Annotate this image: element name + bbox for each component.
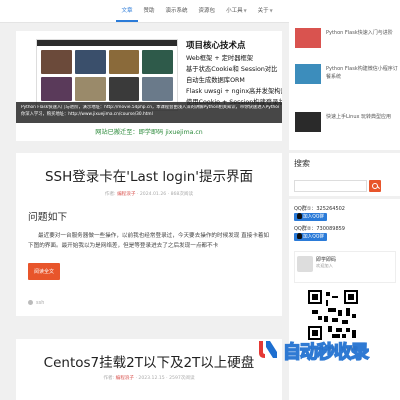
search-widget: 搜索	[289, 153, 400, 196]
post-heading: 问题如下	[28, 212, 68, 223]
search-button[interactable]	[369, 180, 381, 192]
nav-item-demo[interactable]: 演示系统	[160, 0, 193, 22]
qq-icon	[297, 213, 302, 219]
course-list-widget: Python Flask快速入门与进阶 Python Flask构建微信小程序订…	[289, 22, 400, 150]
feature-line: 基于状态Cookie和 Session对比	[186, 66, 278, 73]
project-title: 项目核心技术点	[186, 41, 246, 51]
feature-line: Flask uwsgi + nginx高并发架构部署	[186, 88, 282, 95]
tag-icon	[28, 300, 33, 305]
site-moved-notice[interactable]: 网站已搬迁至：即学即码 jixuejima.cn	[16, 126, 282, 139]
qq-group-1: QQ群①：325264502	[294, 206, 345, 212]
list-item[interactable]: Python Flask构建微信小程序订餐系统	[295, 64, 398, 86]
post-meta: 作者: 编程浪子 · 2024.01.26 · 868次阅读	[104, 192, 194, 197]
read-more-button[interactable]: 阅读全文	[28, 263, 61, 280]
list-item[interactable]: 快速上手Linux 玩转典型应用	[295, 112, 395, 134]
post-meta: 作者: 编程浪子 · 2023.12.15 · 2597次阅读	[103, 376, 195, 381]
watermark-text: 自动秒收录	[282, 341, 370, 364]
post-excerpt: 最近要对一台服务器做一些操作，以前我也经常登录过，今天要去操作的时候发现 直接卡…	[28, 233, 270, 249]
post-title[interactable]: Centos7挂载2T以下及2T以上硬盘	[16, 339, 282, 371]
qq-group-card[interactable]: 即学即码 欢迎加入	[294, 251, 396, 283]
qr-code-icon	[308, 290, 358, 340]
promo-banner[interactable]: 项目核心技术点 Web框架 + 定时器框架 基于状态Cookie和 Sessio…	[16, 31, 282, 141]
top-navbar: 文章 赞助 演示系统 资源包 小工具▼ 关于▼	[0, 0, 400, 23]
nav-item-resources[interactable]: 资源包	[193, 0, 221, 22]
chevron-down-icon: ▼	[243, 8, 247, 13]
post-tag[interactable]: ssh	[28, 300, 44, 306]
post-author[interactable]: 编程浪子	[117, 192, 135, 197]
course-thumbnail	[295, 28, 321, 48]
project-screenshot	[36, 39, 178, 111]
post-card: SSH登录卡在'Last login'提示界面 作者: 编程浪子 · 2024.…	[16, 153, 282, 316]
post-author[interactable]: 编程浪子	[116, 376, 134, 381]
post-date: 2023.12.15	[138, 376, 165, 381]
search-input[interactable]	[294, 180, 367, 192]
list-item[interactable]: Python Flask快速入门与进阶	[295, 28, 395, 50]
logo-icon	[259, 341, 277, 358]
feature-line: 自动生成数据库ORM	[186, 77, 245, 84]
join-qq-button[interactable]: 加入QQ群	[294, 233, 328, 241]
project-feature-list: Web框架 + 定时器框架 基于状态Cookie和 Session对比 自动生成…	[186, 53, 282, 108]
banner-caption: Python Flask快速入门与进阶，演示地址：http://movie.54…	[16, 102, 282, 123]
chevron-down-icon: ▼	[269, 8, 273, 13]
post-title[interactable]: SSH登录卡在'Last login'提示界面	[16, 153, 282, 185]
join-qq-button[interactable]: 加入QQ群	[294, 213, 328, 221]
nav-item-articles[interactable]: 文章	[116, 0, 139, 22]
post-date: 2024.01.26	[139, 192, 167, 197]
course-thumbnail	[295, 64, 321, 84]
nav-item-tools[interactable]: 小工具▼	[221, 0, 253, 22]
course-thumbnail	[295, 112, 321, 132]
post-views: 868次阅读	[170, 192, 194, 197]
nav-item-about[interactable]: 关于▼	[252, 0, 278, 22]
qq-icon	[297, 233, 302, 239]
feature-line: Web框架 + 定时器框架	[186, 55, 254, 62]
nav-item-sponsor[interactable]: 赞助	[138, 0, 160, 22]
post-card: Centos7挂载2T以下及2T以上硬盘 作者: 编程浪子 · 2023.12.…	[16, 339, 282, 400]
main-nav: 文章 赞助 演示系统 资源包 小工具▼ 关于▼	[116, 0, 278, 22]
search-title: 搜索	[294, 159, 310, 168]
avatar	[297, 256, 313, 272]
post-views: 2597次阅读	[169, 376, 195, 381]
qq-group-2: QQ群②：730089859	[294, 226, 345, 232]
watermark: 自动秒收录	[256, 335, 400, 371]
